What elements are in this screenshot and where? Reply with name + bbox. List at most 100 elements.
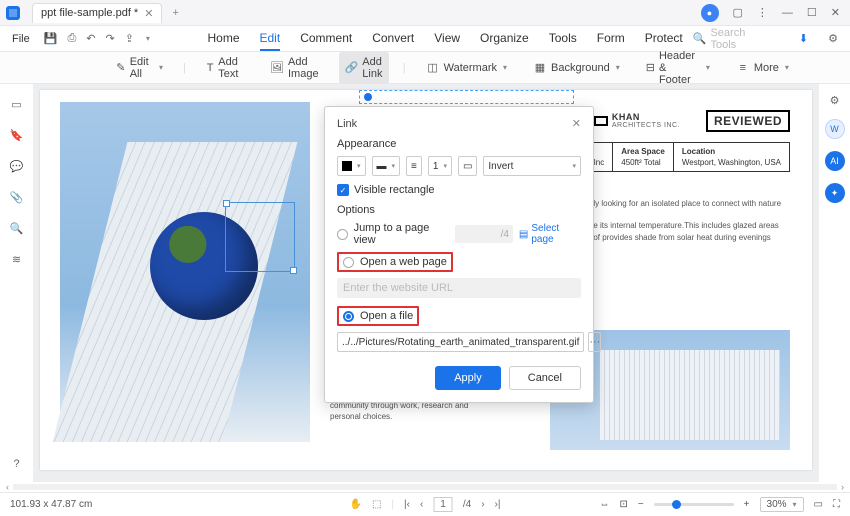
open-file-option[interactable]: Open a file <box>337 306 581 326</box>
open-web-option[interactable]: Open a web page <box>337 252 581 272</box>
horizontal-scrollbar[interactable]: ‹› <box>0 482 850 492</box>
radio-checked-icon <box>343 311 354 322</box>
invert-select[interactable]: Invert▾ <box>483 156 581 176</box>
cancel-button[interactable]: Cancel <box>509 366 581 390</box>
settings-icon[interactable]: ⚙ <box>828 32 838 45</box>
page-number-input[interactable]: /4 <box>455 225 512 243</box>
select-tool-icon[interactable]: ⬚ <box>372 499 381 510</box>
titlebar: ppt file-sample.pdf * ✕ + ● ▢ ⋮ — ☐ ✕ <box>0 0 850 26</box>
zoom-out-icon[interactable]: − <box>638 499 644 510</box>
tab-tools[interactable]: Tools <box>549 27 577 51</box>
kebab-icon[interactable]: ⋮ <box>757 6 768 19</box>
save-icon[interactable]: 💾 <box>44 32 58 45</box>
first-page-icon[interactable]: |‹ <box>404 499 410 510</box>
ai-icon[interactable]: AI <box>825 151 845 171</box>
tab-home[interactable]: Home <box>207 27 239 51</box>
fit-width-icon[interactable]: ⇔ <box>599 499 609 510</box>
fullscreen-icon[interactable]: ⛶ <box>833 499 840 510</box>
app-icon <box>0 0 26 26</box>
add-link-button[interactable]: 🔗 Add Link <box>339 52 389 84</box>
visible-rectangle-checkbox[interactable]: ✓ Visible rectangle <box>337 184 581 196</box>
tab-comment[interactable]: Comment <box>300 27 352 51</box>
prev-page-icon[interactable]: ‹ <box>420 499 423 510</box>
avatar[interactable]: ● <box>701 4 719 22</box>
tab-organize[interactable]: Organize <box>480 27 529 51</box>
apply-button[interactable]: Apply <box>435 366 501 390</box>
lower-text: community through work, research and per… <box>330 400 500 422</box>
word-export-icon[interactable]: W <box>825 119 845 139</box>
tab-convert[interactable]: Convert <box>372 27 414 51</box>
document-tab[interactable]: ppt file-sample.pdf * ✕ <box>32 3 162 23</box>
adjust-icon[interactable]: ⚙ <box>830 94 840 107</box>
last-page-icon[interactable]: ›| <box>495 499 501 510</box>
header-footer-button[interactable]: ⊟ Header & Footer▾ <box>640 46 716 90</box>
highlight-style[interactable]: ▭ <box>458 156 477 176</box>
drag-handle[interactable] <box>364 93 372 101</box>
cursor-coords: 101.93 x 47.87 cm <box>10 499 92 510</box>
bookmark-icon[interactable]: 🔖 <box>10 129 24 142</box>
more-icon: ≡ <box>736 61 750 75</box>
tab-view[interactable]: View <box>434 27 460 51</box>
next-page-icon[interactable]: › <box>481 499 484 510</box>
thumbnails-icon[interactable]: ▭ <box>11 98 21 111</box>
dialog-close-icon[interactable]: ✕ <box>572 117 581 130</box>
search-icon: 🔍 <box>693 32 707 45</box>
tab-form[interactable]: Form <box>597 27 625 51</box>
canvas[interactable]: KHANARCHITECTS INC. REVIEWED NameThe Sea… <box>34 84 818 482</box>
hand-tool-icon[interactable]: ✋ <box>350 499 362 510</box>
file-menu[interactable]: File <box>8 31 34 47</box>
zoom-in-icon[interactable]: + <box>744 499 750 510</box>
select-page-link[interactable]: ▤Select page <box>519 223 581 245</box>
attachment-icon[interactable]: 📎 <box>10 191 24 204</box>
add-image-button[interactable]: 🖼 Add Image <box>264 52 325 84</box>
text-icon: T <box>206 61 214 75</box>
new-tab-button[interactable]: + <box>172 7 178 19</box>
background-icon: ▦ <box>533 61 547 75</box>
background-button[interactable]: ▦ Background▾ <box>527 57 626 79</box>
selection-handles[interactable] <box>225 202 295 272</box>
tab-edit[interactable]: Edit <box>260 27 281 51</box>
more-button[interactable]: ≡ More▾ <box>730 57 795 79</box>
download-icon[interactable]: ⬇ <box>799 32 808 45</box>
url-input[interactable]: Enter the website URL <box>337 278 581 298</box>
layers-icon[interactable]: ≋ <box>12 253 21 266</box>
line-style-picker[interactable]: ▬▾ <box>372 156 401 176</box>
jump-to-page-option[interactable]: Jump to a page view /4 ▤Select page <box>337 222 581 246</box>
fit-page-icon[interactable]: ⊡ <box>619 499 627 510</box>
edit-all-button[interactable]: ✎ Edit All▾ <box>110 52 169 84</box>
page-input[interactable]: 1 <box>433 497 453 512</box>
undo-icon[interactable]: ↶ <box>86 32 95 45</box>
watermark-icon: ◫ <box>426 61 440 75</box>
share-icon[interactable]: ⇪ <box>125 32 134 45</box>
tab-close-icon[interactable]: ✕ <box>144 7 153 20</box>
zoom-select[interactable]: 30%▾ <box>760 497 804 512</box>
file-path-input[interactable]: ../../Pictures/Rotating_earth_animated_t… <box>337 332 584 352</box>
appearance-label: Appearance <box>337 138 581 150</box>
hero-image <box>60 102 310 442</box>
browse-button[interactable]: ··· <box>588 332 601 352</box>
watermark-button[interactable]: ◫ Watermark▾ <box>420 57 513 79</box>
line-weight-icon[interactable]: ≡ <box>406 156 422 176</box>
minimize-button[interactable]: — <box>782 7 793 19</box>
assistant-icon[interactable]: ✦ <box>825 183 845 203</box>
redo-icon[interactable]: ↷ <box>105 32 114 45</box>
help-icon[interactable]: ? <box>13 458 19 470</box>
pencil-icon: ✎ <box>116 61 126 75</box>
link-region[interactable] <box>359 90 574 104</box>
ribbon: ✎ Edit All▾ | T Add Text 🖼 Add Image 🔗 A… <box>0 52 850 84</box>
checkbox-checked-icon: ✓ <box>337 184 349 196</box>
comment-panel-icon[interactable]: 💬 <box>10 160 24 173</box>
thickness-input[interactable]: 1▾ <box>428 156 452 176</box>
search-panel-icon[interactable]: 🔍 <box>10 222 24 235</box>
link-icon: 🔗 <box>345 61 359 75</box>
print-icon[interactable]: ⎙ <box>67 32 76 45</box>
add-text-button[interactable]: T Add Text <box>200 52 250 84</box>
panel-icon[interactable]: ▢ <box>733 6 743 19</box>
read-mode-icon[interactable]: ▭ <box>814 499 823 510</box>
zoom-slider[interactable] <box>654 503 734 506</box>
maximize-button[interactable]: ☐ <box>807 6 817 19</box>
color-picker[interactable]: ▾ <box>337 156 366 176</box>
close-button[interactable]: ✕ <box>831 6 840 19</box>
qat-more[interactable]: ▾ <box>146 34 150 43</box>
menu-tabs: Home Edit Comment Convert View Organize … <box>207 27 682 51</box>
